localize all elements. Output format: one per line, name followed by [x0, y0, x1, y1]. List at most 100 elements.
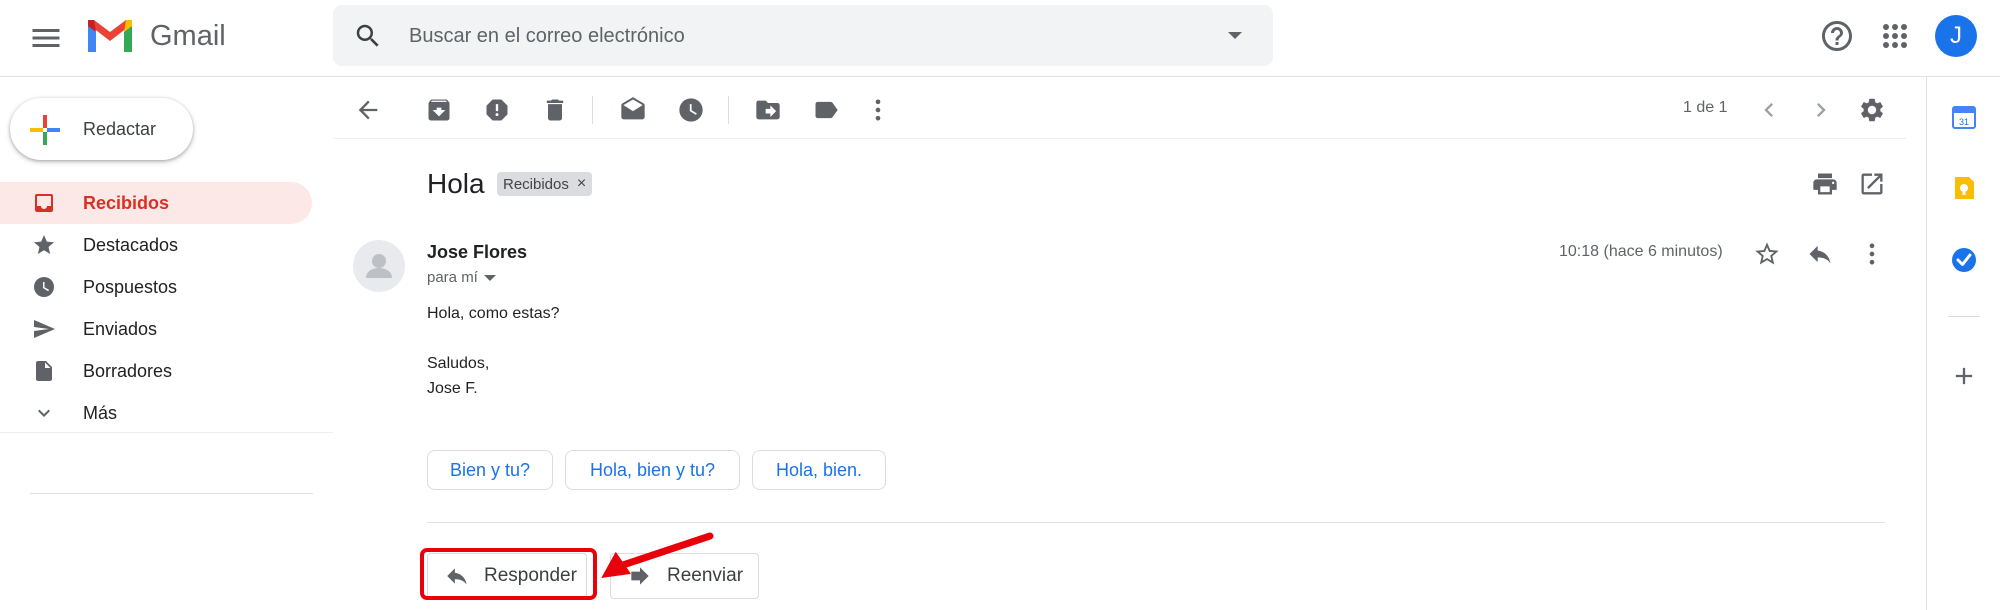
gear-icon [1861, 98, 1883, 122]
help-icon [1822, 21, 1852, 51]
report-spam-icon [486, 99, 508, 121]
sidebar-item-destacados[interactable]: Destacados [0, 224, 312, 266]
email-subject: Hola [427, 168, 485, 199]
recipient-details[interactable]: para mí [427, 269, 496, 286]
print-button[interactable] [1811, 170, 1839, 198]
sidebar-separator [0, 432, 333, 433]
tasks-app-button[interactable] [1950, 246, 1978, 274]
caret-down-icon [1228, 32, 1242, 39]
help-button[interactable] [1819, 18, 1855, 54]
message-time: 10:18 (hace 6 minutos) [1559, 243, 1723, 260]
more-options-button[interactable] [864, 96, 892, 124]
previous-page-button[interactable] [1755, 96, 1783, 124]
delete-button[interactable] [541, 96, 569, 124]
reply-icon [1809, 245, 1831, 264]
highlight-annotation-box [420, 548, 597, 600]
compose-plus-icon [30, 115, 60, 145]
sidebar-item-label: Más [83, 403, 118, 423]
smart-reply-button[interactable]: Bien y tu? [427, 450, 553, 490]
sidebar-item-pospuestos[interactable]: Pospuestos [0, 266, 312, 308]
draft-icon [32, 359, 56, 383]
back-button[interactable] [354, 96, 382, 124]
move-to-folder-icon [756, 100, 780, 120]
search-icon [356, 24, 379, 47]
recipient-text: para mí [427, 269, 478, 286]
search-options-button[interactable] [1227, 31, 1243, 41]
open-new-window-button[interactable] [1858, 170, 1886, 198]
mark-unread-icon [621, 97, 645, 120]
person-icon [366, 254, 392, 278]
sidebar-item-label: Enviados [83, 319, 158, 339]
brand-name: Gmail [150, 20, 226, 52]
smart-reply-button[interactable]: Hola, bien. [752, 450, 886, 490]
sender-avatar[interactable] [353, 240, 405, 292]
chevron-right-icon [1817, 103, 1826, 117]
message-more-button[interactable] [1858, 240, 1886, 268]
plus-icon [1955, 367, 1973, 385]
archive-button[interactable] [425, 96, 453, 124]
toolbar-divider [333, 138, 1906, 139]
toolbar-separator [728, 96, 729, 124]
remove-label-icon[interactable]: × [577, 175, 586, 193]
message-divider [427, 522, 1885, 523]
sidebar-item-recibidos[interactable]: Recibidos [0, 182, 312, 224]
move-to-button[interactable] [754, 96, 782, 124]
account-avatar[interactable]: J [1935, 15, 1977, 57]
print-icon [1813, 173, 1837, 195]
pagination-count: 1 de 1 [1683, 99, 1728, 116]
sidebar-item-label: Pospuestos [83, 277, 178, 297]
svg-text:31: 31 [1959, 117, 1969, 127]
calendar-icon: 31 [1952, 106, 1976, 129]
google-apps-button[interactable] [1877, 18, 1913, 54]
hamburger-menu-icon [32, 29, 60, 47]
keep-app-button[interactable] [1950, 174, 1978, 202]
search-bar[interactable] [333, 5, 1273, 66]
gmail-logo[interactable] [84, 16, 136, 56]
next-page-button[interactable] [1807, 96, 1835, 124]
annotation-arrow [590, 528, 715, 588]
label-chip-text: Recibidos [503, 175, 569, 193]
label-icon [815, 101, 838, 119]
star-outline-icon [1755, 242, 1779, 265]
top-header: Gmail J [0, 0, 2000, 77]
apps-grid-icon [1883, 24, 1907, 48]
search-button[interactable] [353, 21, 383, 51]
chevron-left-icon [1764, 103, 1773, 117]
snooze-button[interactable] [677, 96, 705, 124]
report-spam-button[interactable] [483, 96, 511, 124]
side-panel-divider [1948, 316, 1980, 317]
compose-button[interactable]: Redactar [10, 98, 193, 160]
gmail-m-logo-icon [88, 20, 132, 52]
archive-icon [428, 99, 450, 121]
message-body-line: Saludos, [427, 355, 490, 372]
get-addons-button[interactable] [1950, 362, 1978, 390]
sidebar-item-enviados[interactable]: Enviados [0, 308, 312, 350]
red-arrow-icon [601, 532, 714, 579]
chevron-down-icon [32, 401, 56, 425]
clock-icon [679, 98, 703, 122]
calendar-app-button[interactable]: 31 [1950, 103, 1978, 131]
smart-reply-button[interactable]: Hola, bien y tu? [565, 450, 740, 490]
sidebar-item-borradores[interactable]: Borradores [0, 350, 312, 392]
trash-icon [546, 99, 564, 121]
search-input[interactable] [407, 17, 1191, 55]
star-message-button[interactable] [1753, 240, 1781, 268]
caret-down-icon [483, 274, 496, 281]
more-vert-icon [1869, 243, 1875, 265]
sidebar-item-label: Recibidos [83, 193, 170, 213]
labels-button[interactable] [812, 96, 840, 124]
arrow-back-icon [358, 100, 378, 120]
label-chip[interactable]: Recibidos × [497, 172, 593, 196]
keep-bulb-icon [1955, 177, 1974, 199]
sidebar-item-mas[interactable]: Más [0, 392, 312, 434]
sidebar-divider [30, 493, 313, 494]
compose-label: Redactar [83, 119, 157, 139]
settings-button[interactable] [1858, 96, 1886, 124]
sidebar-item-label: Destacados [83, 235, 179, 255]
reply-icon-button[interactable] [1806, 240, 1834, 268]
tasks-check-icon [1952, 248, 1976, 272]
toolbar-separator [592, 96, 593, 124]
main-menu-button[interactable] [28, 20, 64, 56]
star-icon [32, 233, 56, 257]
mark-unread-button[interactable] [619, 96, 647, 124]
